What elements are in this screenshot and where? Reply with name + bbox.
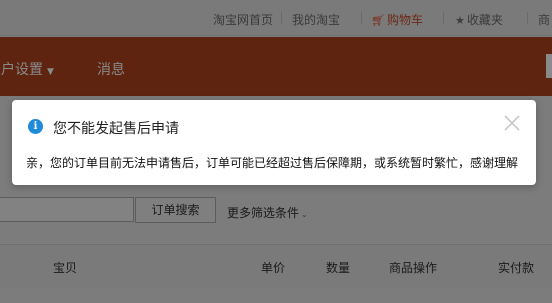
dialog-message: 亲，您的订单目前无法申请售后，订单可能已经超过售后保障期，或系统暂时繁忙，感谢理… — [26, 156, 519, 170]
cart-icon: 🛒︎ — [371, 14, 385, 27]
nav-edge-element — [546, 54, 552, 78]
main-nav: 账户设置 ▼ 消息 — [0, 37, 552, 96]
top-link-cart-label: 购物车 — [386, 13, 423, 27]
dialog-title: 您不能发起售后申请 — [53, 121, 179, 137]
top-bar-divider — [361, 12, 362, 24]
top-bar: 淘宝网首页 我的淘宝 🛒︎ 购物车 ★ 收藏夹 商 — [0, 0, 552, 36]
top-link-taobao-home[interactable]: 淘宝网首页 — [213, 11, 273, 28]
chevron-down-icon: ▼ — [47, 67, 54, 77]
top-link-cart[interactable]: 🛒︎ 购物车 — [371, 11, 423, 28]
top-bar-divider — [527, 12, 528, 24]
info-icon: i — [28, 119, 43, 134]
order-search-input[interactable] — [0, 197, 134, 222]
column-header-quantity: 数量 — [326, 261, 351, 275]
nav-item-account-settings-label: 账户设置 — [0, 62, 43, 78]
chevron-down-icon: ⌄ — [301, 210, 308, 219]
column-header-item-actions: 商品操作 — [389, 261, 438, 275]
column-header-amount-paid: 实付款 — [498, 261, 535, 275]
star-icon: ★ — [455, 14, 465, 27]
top-link-favorites[interactable]: ★ 收藏夹 — [455, 11, 503, 28]
more-filters-toggle[interactable]: 更多筛选条件 ⌄ — [227, 204, 308, 221]
top-link-favorites-label: 收藏夹 — [466, 13, 503, 27]
close-icon[interactable] — [502, 113, 522, 133]
nav-item-messages[interactable]: 消息 — [97, 59, 125, 79]
more-filters-label: 更多筛选条件 — [227, 206, 300, 220]
top-link-my-taobao-label: 我的淘宝 — [292, 13, 341, 27]
column-header-item: 宝贝 — [53, 261, 78, 275]
after-sales-unavailable-dialog: i 您不能发起售后申请 亲，您的订单目前无法申请售后，订单可能已经超过售后保障期… — [12, 100, 536, 185]
top-bar-divider — [281, 12, 282, 24]
order-table-header: 宝贝 单价 数量 商品操作 实付款 — [0, 244, 552, 288]
top-link-my-taobao[interactable]: 我的淘宝 — [292, 11, 340, 28]
order-search-button[interactable]: 订单搜索 — [135, 197, 216, 223]
top-link-seller[interactable]: 商 — [538, 11, 550, 28]
order-filter-bar: 订单搜索 更多筛选条件 ⌄ — [0, 197, 552, 225]
nav-item-account-settings[interactable]: 账户设置 ▼ — [0, 59, 54, 79]
column-header-unit-price: 单价 — [261, 261, 286, 275]
top-bar-divider — [443, 12, 444, 24]
